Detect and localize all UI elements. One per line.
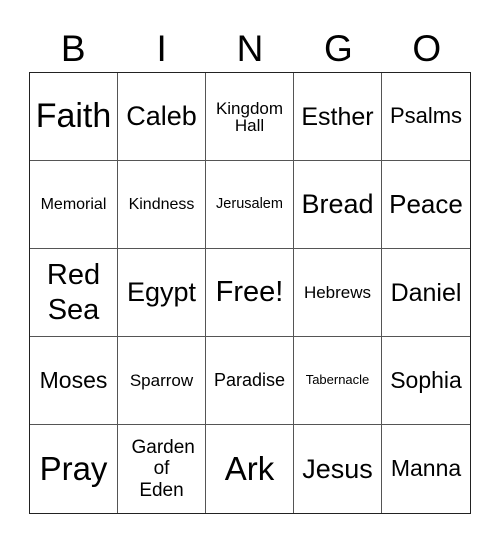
header-letter-g: G	[323, 28, 353, 69]
header-letter-i: I	[156, 28, 167, 69]
bingo-cell-text: Jerusalem	[216, 196, 283, 213]
bingo-cell[interactable]: Ark	[206, 425, 294, 513]
bingo-cell[interactable]: Caleb	[118, 73, 206, 161]
bingo-cell[interactable]: Manna	[382, 425, 470, 513]
bingo-cell[interactable]: Red Sea	[30, 249, 118, 337]
bingo-cell-text: Daniel	[390, 278, 462, 307]
bingo-cell[interactable]: Paradise	[206, 337, 294, 425]
header-letter-n: N	[236, 28, 264, 69]
bingo-cell[interactable]: Esther	[294, 73, 382, 161]
bingo-cell-text: Garden of Eden	[131, 437, 195, 501]
bingo-cell-text: Caleb	[126, 101, 197, 132]
bingo-cell[interactable]: Egypt	[118, 249, 206, 337]
bingo-cell[interactable]: Jesus	[294, 425, 382, 513]
bingo-cell[interactable]: Peace	[382, 161, 470, 249]
bingo-card-grid: Faith Caleb Kingdom Hall Esther Psalms Memori…	[29, 72, 471, 514]
bingo-cell[interactable]: Kindness	[118, 161, 206, 249]
bingo-cell-text: Manna	[390, 455, 462, 482]
bingo-header: B I N G O	[29, 26, 471, 72]
bingo-cell[interactable]: Memorial	[30, 161, 118, 249]
header-letter-o: O	[412, 28, 442, 69]
bingo-cell[interactable]: Pray	[30, 425, 118, 513]
bingo-cell[interactable]: Daniel	[382, 249, 470, 337]
bingo-cell-text: Sophia	[390, 366, 462, 393]
bingo-cell-text: Peace	[389, 188, 463, 219]
bingo-cell-text: Pray	[39, 449, 108, 487]
free-space-cell[interactable]: Free!	[206, 249, 294, 337]
bingo-cell-text: Psalms	[389, 103, 463, 129]
bingo-cell-text: Jesus	[302, 453, 373, 484]
bingo-cell-text: Moses	[39, 366, 108, 393]
bingo-cell-text: Faith	[35, 97, 112, 136]
bingo-cell[interactable]: Faith	[30, 73, 118, 161]
bingo-cell[interactable]: Moses	[30, 337, 118, 425]
bingo-cell-text: Sparrow	[129, 370, 194, 390]
bingo-cell-text: Memorial	[40, 195, 107, 213]
bingo-cell[interactable]: Garden of Eden	[118, 425, 206, 513]
bingo-cell-text: Bread	[301, 189, 374, 220]
bingo-cell[interactable]: Jerusalem	[206, 161, 294, 249]
bingo-cell-text: Tabernacle	[305, 372, 370, 388]
bingo-cell[interactable]: Bread	[294, 161, 382, 249]
bingo-cell-text: Esther	[301, 102, 374, 131]
bingo-cell[interactable]: Hebrews	[294, 249, 382, 337]
bingo-cell[interactable]: Sophia	[382, 337, 470, 425]
bingo-cell-text: Paradise	[213, 370, 286, 391]
bingo-cell-text: Kindness	[128, 195, 195, 213]
bingo-cell-text: Hebrews	[303, 282, 372, 302]
header-letter-b: B	[60, 28, 86, 69]
bingo-cell[interactable]: Kingdom Hall	[206, 73, 294, 161]
bingo-cell-text: Red Sea	[46, 258, 101, 326]
bingo-cell-text: Ark	[224, 449, 275, 487]
bingo-cell-text: Free!	[215, 276, 284, 309]
bingo-cell-text: Egypt	[126, 277, 197, 308]
bingo-cell-text: Kingdom Hall	[215, 98, 284, 135]
bingo-cell[interactable]: Sparrow	[118, 337, 206, 425]
bingo-cell[interactable]: Psalms	[382, 73, 470, 161]
bingo-cell[interactable]: Tabernacle	[294, 337, 382, 425]
